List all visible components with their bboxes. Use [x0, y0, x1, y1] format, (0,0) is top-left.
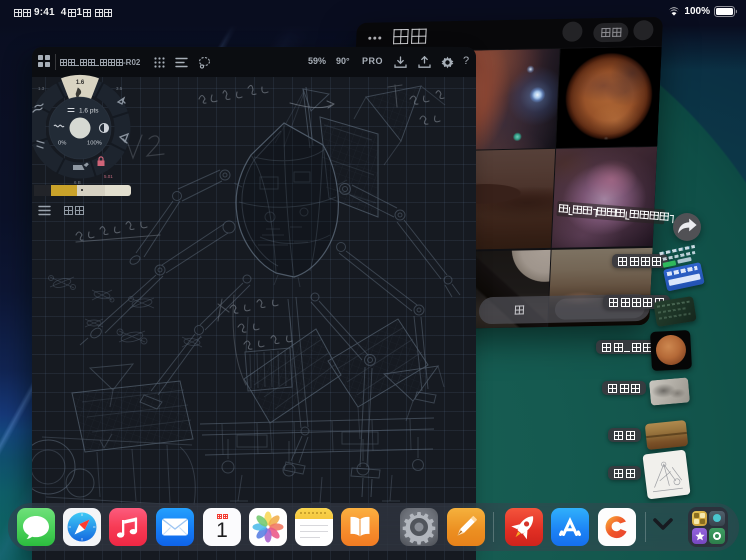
svg-text:1.6: 1.6 [76, 80, 85, 86]
svg-text:0%: 0% [58, 141, 66, 147]
svg-text:5.01: 5.01 [104, 174, 113, 179]
svg-text:1.6 pts: 1.6 pts [79, 108, 99, 115]
svg-text:1.3: 1.3 [38, 86, 45, 91]
svg-text:3.5: 3.5 [116, 86, 123, 91]
svg-text:100%: 100% [87, 141, 102, 147]
